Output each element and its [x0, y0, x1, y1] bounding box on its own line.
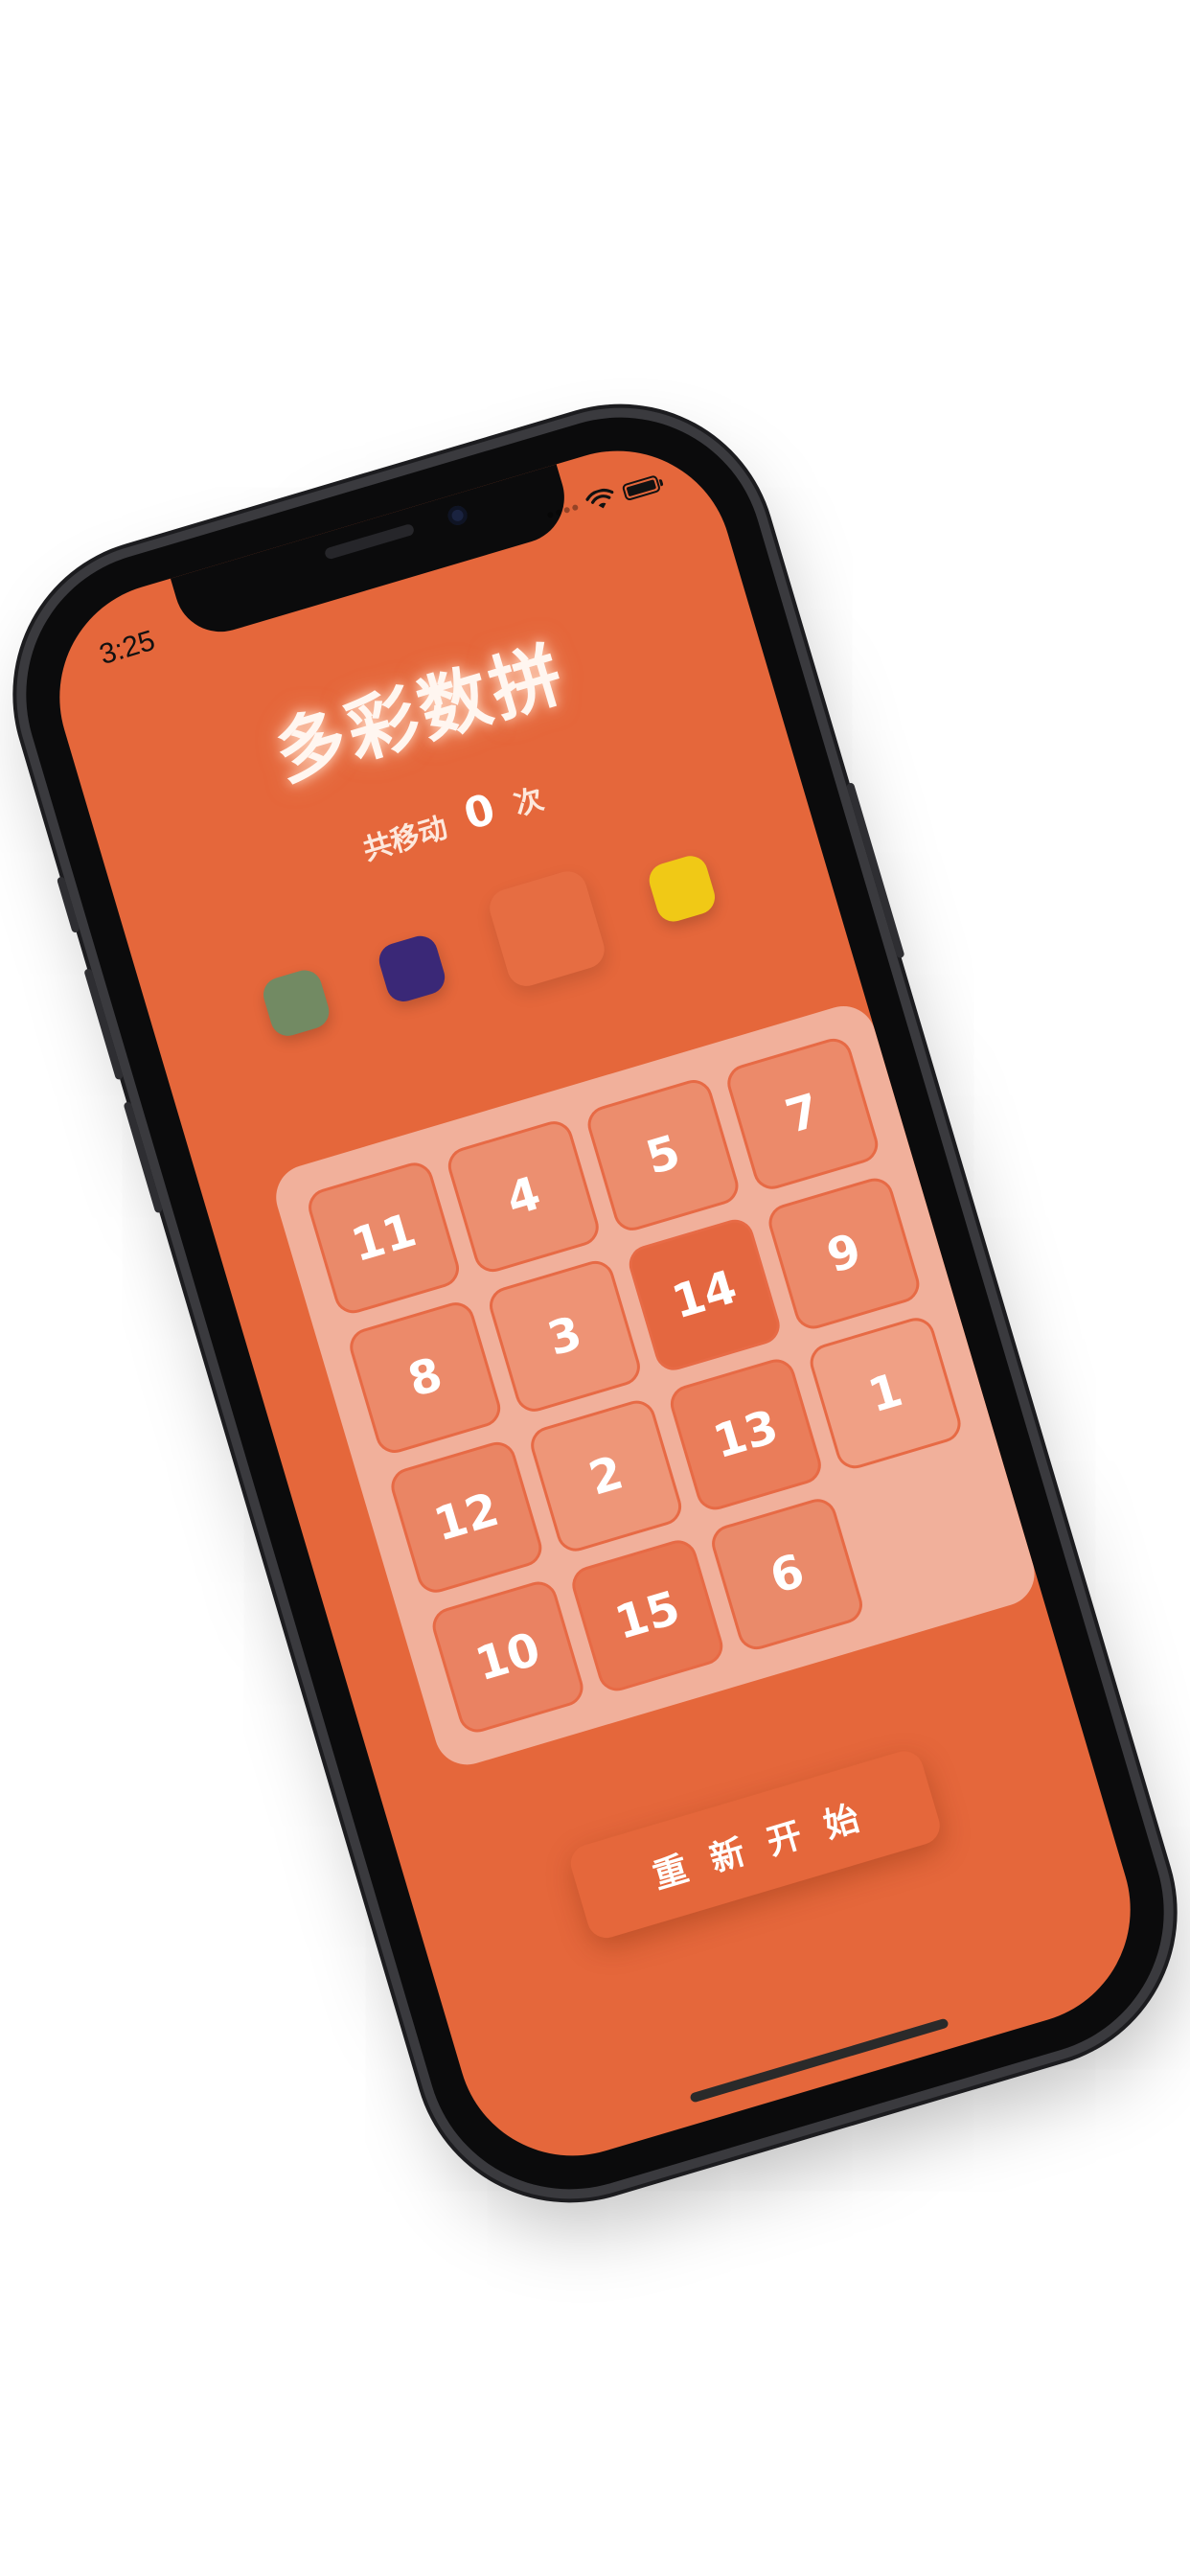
- silent-switch: [56, 876, 80, 933]
- app-screen: 3:25 多彩数拼 共移动 0 次 11 4 5 7 8 3 14 9 12 2…: [32, 423, 1158, 2184]
- power-button: [845, 782, 905, 959]
- puzzle-tile[interactable]: 10: [427, 1576, 588, 1737]
- phone-frame: 3:25 多彩数拼 共移动 0 次 11 4 5 7 8 3 14 9 12 2…: [0, 382, 1190, 2224]
- stage: 3:25 多彩数拼 共移动 0 次 11 4 5 7 8 3 14 9 12 2…: [0, 0, 1190, 2576]
- earpiece-speaker: [323, 522, 416, 561]
- moves-suffix: 次: [510, 782, 548, 823]
- puzzle-tile[interactable]: 5: [583, 1075, 744, 1235]
- color-swatch-orange[interactable]: [485, 866, 609, 991]
- puzzle-tile[interactable]: 7: [722, 1034, 883, 1194]
- status-icons: [544, 472, 662, 525]
- puzzle-tile[interactable]: 1: [805, 1313, 966, 1474]
- puzzle-tile[interactable]: 9: [764, 1173, 925, 1334]
- moves-count: 0: [458, 784, 501, 840]
- signal-icon: [546, 503, 580, 519]
- puzzle-tile[interactable]: 8: [345, 1298, 505, 1458]
- notch: [170, 462, 576, 643]
- empty-slot: [847, 1453, 1007, 1613]
- color-swatch-yellow[interactable]: [645, 851, 720, 926]
- puzzle-tile[interactable]: 11: [304, 1158, 464, 1319]
- battery-icon: [621, 474, 662, 502]
- volume-up-button: [83, 967, 125, 1081]
- front-camera: [446, 503, 470, 528]
- puzzle-tile[interactable]: 6: [707, 1494, 867, 1654]
- restart-button[interactable]: 重新开始: [565, 1746, 945, 1943]
- puzzle-tile[interactable]: 14: [624, 1214, 785, 1375]
- puzzle-tile[interactable]: 2: [526, 1395, 686, 1556]
- puzzle-tile[interactable]: 12: [386, 1438, 547, 1598]
- wifi-icon: [585, 489, 614, 509]
- color-swatch-green[interactable]: [259, 966, 333, 1041]
- home-indicator[interactable]: [689, 2017, 950, 2104]
- volume-down-button: [123, 1101, 164, 1214]
- status-time: 3:25: [96, 624, 159, 672]
- puzzle-tile[interactable]: 15: [567, 1535, 728, 1696]
- puzzle-tile[interactable]: 3: [485, 1256, 645, 1416]
- puzzle-grid: 11 4 5 7 8 3 14 9 12 2 13 1 10 15 6: [304, 1034, 1007, 1737]
- puzzle-tile[interactable]: 13: [666, 1354, 826, 1515]
- moves-prefix: 共移动: [358, 811, 452, 868]
- puzzle-board: 11 4 5 7 8 3 14 9 12 2 13 1 10 15 6: [267, 998, 1042, 1773]
- puzzle-tile[interactable]: 4: [444, 1116, 604, 1276]
- color-swatch-indigo[interactable]: [375, 932, 449, 1006]
